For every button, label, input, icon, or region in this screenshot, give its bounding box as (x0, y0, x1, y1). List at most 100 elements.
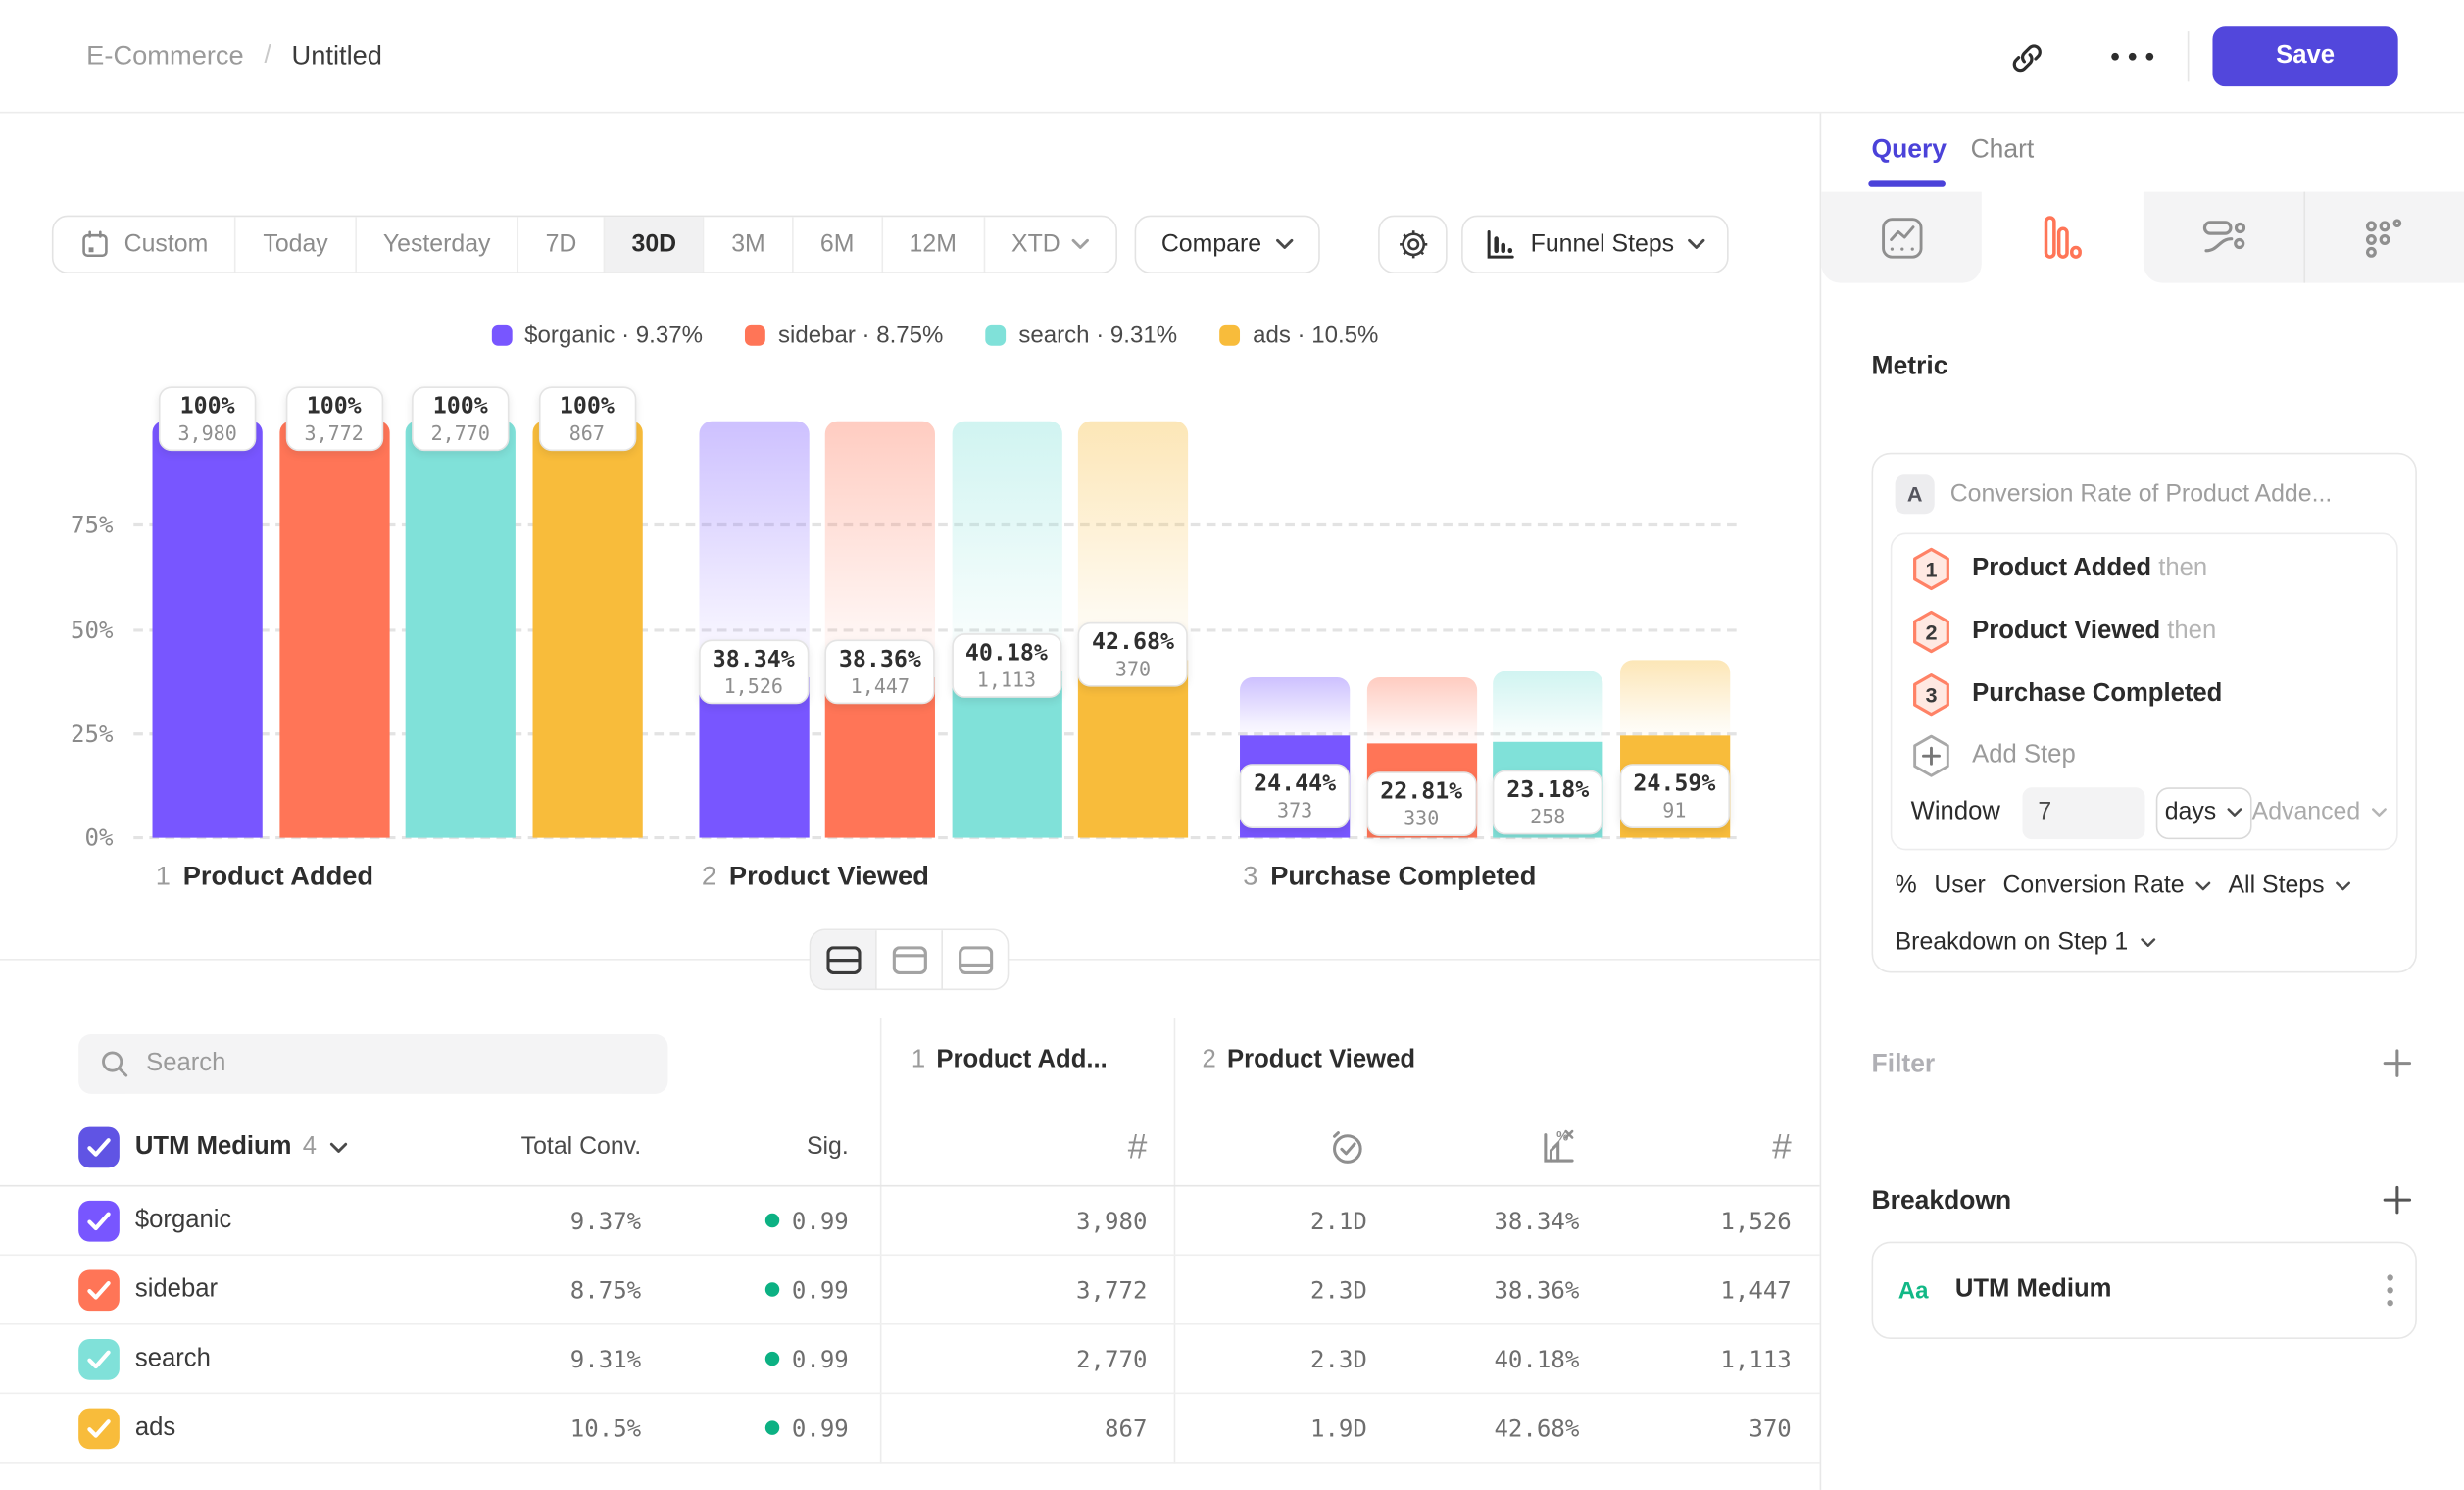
app-window: E-Commerce / Untitled Save CustomTodayYe… (0, 0, 2464, 1490)
step1-count-header[interactable]: # (880, 1110, 1148, 1185)
measure-entity[interactable]: User (1934, 872, 1985, 901)
row-checkbox[interactable] (78, 1325, 120, 1393)
breakdown-value-count: 4 (303, 1133, 317, 1162)
row-checkbox[interactable] (78, 1187, 120, 1255)
measure-metric-select[interactable]: Conversion Rate (2002, 872, 2210, 901)
funnel-bar-ads-step1[interactable] (532, 422, 642, 838)
table-step2-header[interactable]: 2 Product Viewed (1203, 1040, 1415, 1081)
callout-count: 370 (1092, 657, 1174, 680)
layout-toggle-split-horizontal[interactable] (811, 930, 875, 988)
retention-icon (2364, 217, 2405, 258)
add-step-button[interactable]: Add Step (1911, 724, 2076, 787)
step2-count-header[interactable]: # (1579, 1110, 1791, 1185)
metric-heading: Metric (1872, 352, 1948, 381)
measure-scope-select[interactable]: All Steps (2228, 872, 2350, 901)
breakdown-heading: Breakdown (1872, 1187, 2012, 1217)
row-step2-time: 2.1D (1174, 1187, 1367, 1255)
svg-text:%: % (1556, 1128, 1568, 1143)
row-step1-count: 2,770 (880, 1325, 1148, 1393)
step-suffix: then (2158, 555, 2207, 581)
x-axis-step-label: 1Product Added (156, 862, 373, 893)
window-value-input[interactable]: 7 (2022, 786, 2144, 838)
row-total-conv: 8.75% (386, 1256, 641, 1323)
bar-value-callout: 24.59%91 (1619, 764, 1730, 828)
chevron-down-icon (2195, 881, 2211, 891)
funnel-step-2[interactable]: 2 Product Viewed then (1911, 600, 2217, 663)
search-icon (101, 1050, 129, 1078)
report-type-flows[interactable] (2143, 192, 2303, 283)
sig-header[interactable]: Sig. (641, 1110, 849, 1185)
funnel-bar-search-step1[interactable] (406, 422, 516, 838)
row-name[interactable]: $organic (135, 1187, 231, 1255)
row-step2-time: 2.3D (1174, 1256, 1367, 1323)
table-header-row: UTM Medium 4 Total Conv. Sig. # % # (0, 1110, 1820, 1187)
step2-conv-header[interactable]: % (1367, 1110, 1579, 1185)
row-step2-conv: 42.68% (1367, 1394, 1579, 1462)
row-name[interactable]: search (135, 1325, 211, 1393)
topbar-divider (2188, 31, 2190, 81)
funnel-step-3[interactable]: 3 Purchase Completed (1911, 664, 2223, 726)
breakdown-property-card[interactable]: Aa UTM Medium (1872, 1242, 2417, 1339)
row-checkbox[interactable] (78, 1256, 120, 1323)
active-tab-underline (1868, 180, 1946, 186)
advanced-toggle[interactable]: Advanced (2252, 798, 2388, 826)
row-name[interactable]: sidebar (135, 1256, 218, 1323)
y-axis-tick-label: 25% (28, 720, 114, 748)
breakdown-on-step-select[interactable]: Breakdown on Step 1 (1896, 929, 2157, 958)
funnel-drop-off-bar (1493, 670, 1602, 741)
breakdown-column-label: UTM Medium (135, 1133, 292, 1162)
callout-count: 330 (1380, 806, 1462, 829)
measurement-row: % User Conversion Rate All Steps (1896, 872, 2351, 901)
report-type-funnels-active[interactable] (1982, 192, 2143, 283)
bar-value-callout: 23.18%258 (1493, 770, 1603, 834)
step2-time-header[interactable] (1174, 1110, 1367, 1185)
row-step2-count: 1,447 (1579, 1256, 1791, 1323)
measure-scope-label: All Steps (2228, 872, 2324, 901)
select-all-checkbox[interactable] (78, 1110, 120, 1185)
total-conv-header[interactable]: Total Conv. (386, 1110, 641, 1185)
callout-conversion-pct: 42.68% (1092, 630, 1174, 656)
metric-summary-row[interactable]: A Conversion Rate of Product Adde... (1896, 474, 2333, 514)
row-step1-count: 3,980 (880, 1187, 1148, 1255)
search-placeholder: Search (146, 1050, 225, 1078)
callout-count: 373 (1254, 799, 1336, 822)
tab-chart[interactable]: Chart (1971, 135, 2035, 165)
table-search-input[interactable]: Search (78, 1034, 667, 1094)
row-total-conv: 9.37% (386, 1187, 641, 1255)
bar-value-callout: 100%867 (538, 386, 635, 451)
more-options-icon[interactable] (2107, 49, 2157, 65)
row-name[interactable]: ads (135, 1394, 175, 1462)
funnel-bar-$organic-step1[interactable] (153, 422, 263, 838)
measure-metric-label: Conversion Rate (2002, 872, 2184, 901)
chevron-down-icon (2336, 881, 2351, 891)
insights-icon (1881, 216, 1923, 258)
callout-count: 1,447 (839, 674, 921, 698)
funnel-step-1[interactable]: 1 Product Added then (1911, 537, 2208, 600)
window-unit-select[interactable]: days (2156, 786, 2252, 838)
breakdown-column-header[interactable]: UTM Medium 4 (135, 1110, 348, 1185)
add-filter-button[interactable] (2381, 1047, 2412, 1078)
time-to-convert-icon (1326, 1127, 1367, 1168)
report-type-retention[interactable] (2303, 192, 2464, 283)
layout-toggle-panel-top[interactable] (875, 930, 941, 988)
row-significance: 0.99 (641, 1187, 849, 1255)
callout-count: 1,113 (965, 668, 1048, 691)
report-type-insights[interactable] (1821, 192, 1982, 283)
copy-link-icon[interactable] (2008, 39, 2045, 76)
funnel-bar-sidebar-step1[interactable] (279, 422, 389, 838)
add-breakdown-button[interactable] (2381, 1183, 2412, 1215)
step-suffix: then (2167, 618, 2216, 644)
row-checkbox[interactable] (78, 1394, 120, 1462)
table-step1-header[interactable]: 1 Product Add... (912, 1040, 1108, 1081)
bar-value-callout: 38.34%1,526 (698, 640, 809, 705)
kebab-menu-icon[interactable] (2387, 1274, 2392, 1306)
row-step2-conv: 38.34% (1367, 1187, 1579, 1255)
save-button[interactable]: Save (2212, 26, 2397, 86)
callout-count: 91 (1633, 798, 1715, 821)
callout-count: 1,526 (713, 674, 795, 698)
step-1-badge: 1 (1911, 547, 1952, 591)
layout-toggle-panel-bottom[interactable] (941, 930, 1007, 988)
callout-count: 3,980 (172, 422, 242, 445)
step-event-name: Purchase Completed (1972, 680, 2222, 707)
tab-query[interactable]: Query (1872, 135, 1947, 165)
